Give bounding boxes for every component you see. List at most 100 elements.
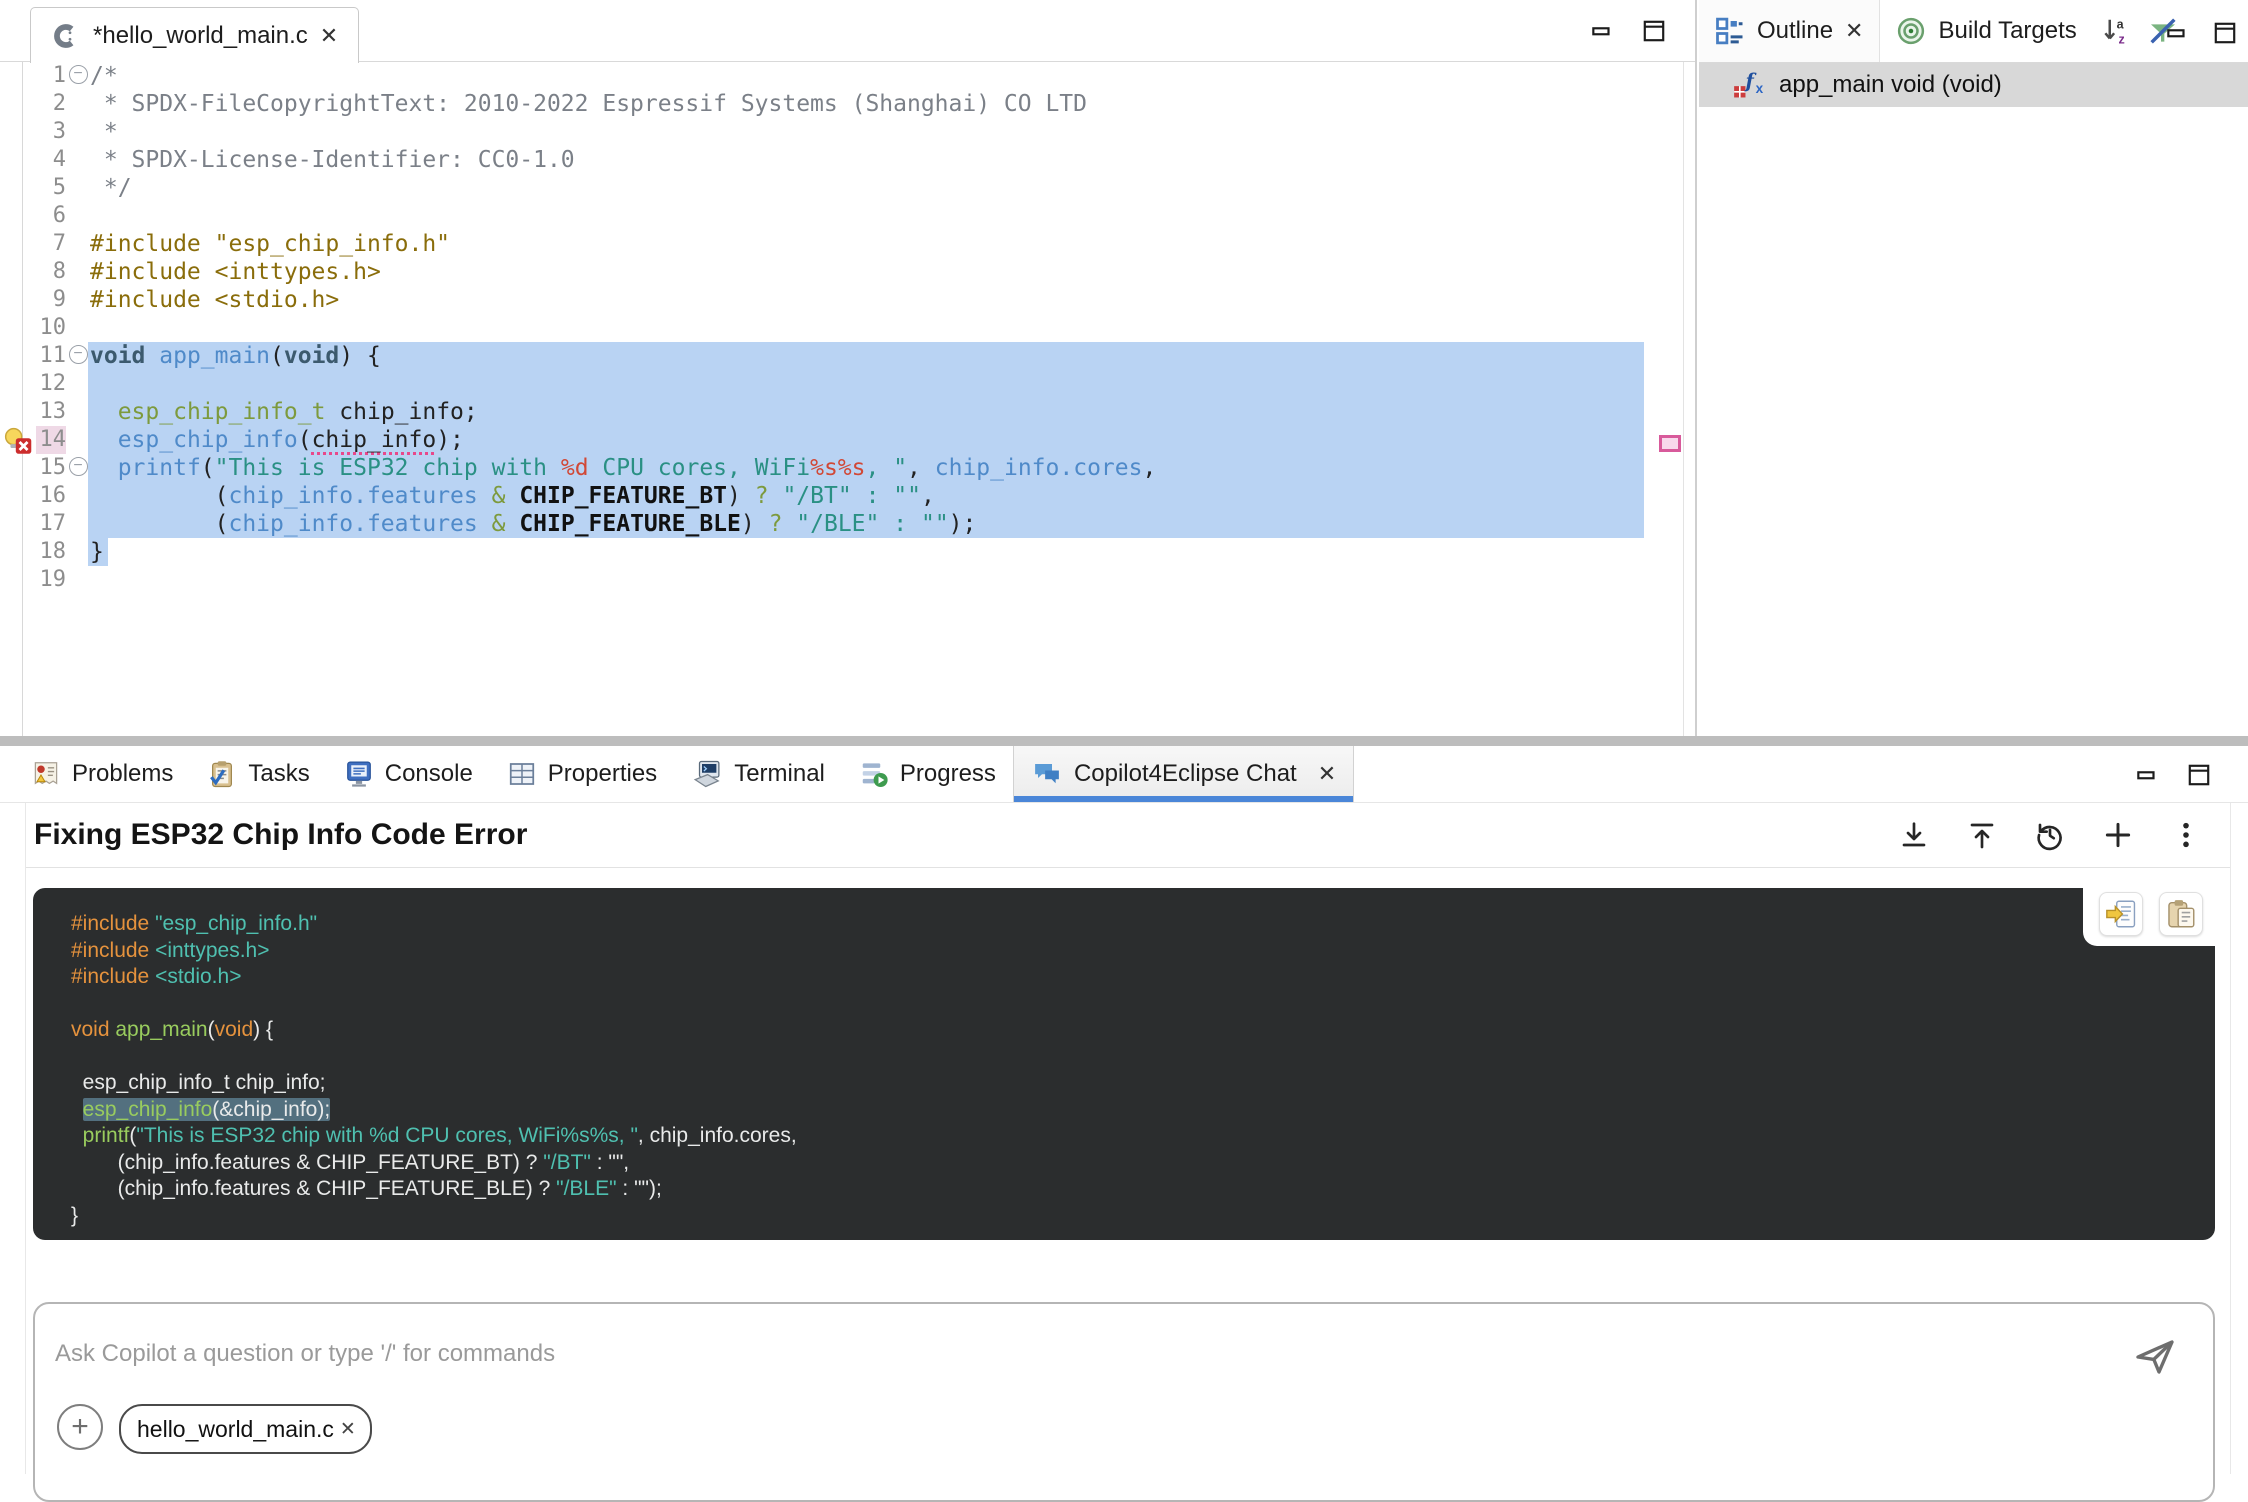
fold-collapse-icon[interactable]: − xyxy=(66,62,90,90)
tab-label: Terminal xyxy=(734,760,825,788)
tab-tasks[interactable]: Tasks xyxy=(190,746,326,802)
code-line-1: 1−/* xyxy=(0,62,1683,90)
sort-alphabetically-icon[interactable]: az xyxy=(2101,15,2131,47)
tab-build-targets[interactable]: Build Targets xyxy=(1880,0,2092,62)
chat-code-block: #include "esp_chip_info.h"#include <intt… xyxy=(33,888,2215,1240)
attachment-chip[interactable]: hello_world_main.c ✕ xyxy=(119,1404,372,1454)
chat-code-line: void app_main(void) { xyxy=(71,1017,2195,1044)
build-targets-label: Build Targets xyxy=(1938,17,2076,45)
maximize-icon[interactable] xyxy=(2186,762,2212,788)
insert-code-button[interactable] xyxy=(2099,892,2143,936)
scroll-top-button[interactable] xyxy=(1966,819,1998,851)
editor-tab-close-icon[interactable]: ✕ xyxy=(320,23,338,49)
annotation-column xyxy=(0,62,36,90)
fold-column xyxy=(66,314,90,342)
line-number: 9 xyxy=(36,286,66,314)
tab-outline[interactable]: Outline ✕ xyxy=(1699,0,1880,62)
chat-input-box[interactable]: Ask Copilot a question or type '/' for c… xyxy=(33,1302,2215,1502)
code-text: #include <inttypes.h> xyxy=(90,258,381,286)
problems-icon xyxy=(31,759,61,789)
minimize-icon[interactable] xyxy=(2134,762,2160,788)
export-chat-button[interactable] xyxy=(1898,819,1930,851)
code-text: /* xyxy=(90,62,118,90)
function-error-icon: fx xyxy=(1733,70,1767,100)
copy-code-button[interactable] xyxy=(2159,892,2203,936)
tab-console[interactable]: Console xyxy=(327,746,490,802)
annotation-column xyxy=(0,342,36,370)
tab-progress[interactable]: Progress xyxy=(842,746,1013,802)
tab-terminal[interactable]: Terminal xyxy=(674,746,842,802)
annotation-column xyxy=(0,314,36,342)
line-number: 8 xyxy=(36,258,66,286)
line-number: 11 xyxy=(36,342,66,370)
chat-code-line: } xyxy=(71,1203,2195,1230)
fold-column xyxy=(66,286,90,314)
line-number: 1 xyxy=(36,62,66,90)
line-number: 7 xyxy=(36,230,66,258)
history-button[interactable] xyxy=(2034,819,2066,851)
line-number: 17 xyxy=(36,510,66,538)
highlighted-code: esp_chip_info(&chip_info); xyxy=(83,1098,331,1121)
fold-column xyxy=(66,174,90,202)
overview-ruler-error-marker[interactable] xyxy=(1659,435,1681,452)
terminal-icon xyxy=(691,759,723,789)
code-line-6: 6 xyxy=(0,202,1683,230)
code-line-2: 2 * SPDX-FileCopyrightText: 2010-2022 Es… xyxy=(0,90,1683,118)
code-line-15: 15− printf("This is ESP32 chip with %d C… xyxy=(0,454,1683,482)
code-text: (chip_info.features & CHIP_FEATURE_BT) ?… xyxy=(90,482,935,510)
editor-tab-hello-world-main[interactable]: *hello_world_main.c ✕ xyxy=(30,7,359,63)
code-text: void app_main(void) { xyxy=(90,342,381,370)
bottom-panel: ProblemsTasksConsole Properties Terminal Pr… xyxy=(0,746,2248,1474)
svg-text:z: z xyxy=(2118,33,2124,47)
fold-collapse-icon[interactable]: − xyxy=(66,342,90,370)
line-number: 13 xyxy=(36,398,66,426)
send-icon[interactable] xyxy=(2131,1332,2179,1380)
svg-text:x: x xyxy=(1756,81,1764,96)
fold-column xyxy=(66,426,90,454)
fold-column xyxy=(66,258,90,286)
code-editor[interactable]: 1−/*2 * SPDX-FileCopyrightText: 2010-202… xyxy=(0,62,1683,736)
more-options-button[interactable] xyxy=(2170,819,2202,851)
line-number: 18 xyxy=(36,538,66,566)
tab-label: Progress xyxy=(900,760,996,788)
attachment-chip-close-icon[interactable]: ✕ xyxy=(340,1418,356,1441)
code-text: * SPDX-License-Identifier: CC0-1.0 xyxy=(90,146,575,174)
new-chat-button[interactable] xyxy=(2102,819,2134,851)
properties-icon xyxy=(507,759,537,789)
chat-code-line: (chip_info.features & CHIP_FEATURE_BT) ?… xyxy=(71,1150,2195,1177)
line-number: 19 xyxy=(36,566,66,594)
tab-close-icon[interactable]: ✕ xyxy=(1318,761,1336,787)
line-number: 14 xyxy=(36,426,66,454)
tab-label: Properties xyxy=(548,760,657,788)
error-quickfix-icon[interactable] xyxy=(0,426,36,454)
progress-icon xyxy=(859,759,889,789)
add-attachment-button[interactable]: + xyxy=(57,1404,103,1450)
tab-label: Copilot4Eclipse Chat xyxy=(1074,760,1297,788)
tab-problems[interactable]: Problems xyxy=(14,746,190,802)
maximize-icon[interactable] xyxy=(1641,18,1667,44)
line-number: 6 xyxy=(36,202,66,230)
minimize-icon[interactable] xyxy=(1589,18,1615,44)
line-number: 15 xyxy=(36,454,66,482)
minimize-icon[interactable] xyxy=(2164,20,2190,46)
annotation-column xyxy=(0,566,36,594)
chat-code-line: (chip_info.features & CHIP_FEATURE_BLE) … xyxy=(71,1176,2195,1203)
code-line-11: 11−void app_main(void) { xyxy=(0,342,1683,370)
outline-tab-close-icon[interactable]: ✕ xyxy=(1845,18,1863,44)
chat-code-line: esp_chip_info_t chip_info; xyxy=(71,1070,2195,1097)
fold-column xyxy=(66,118,90,146)
tab-copilot4eclipse-chat[interactable]: Copilot4Eclipse Chat ✕ xyxy=(1013,746,1354,802)
chat-code-line: esp_chip_info(&chip_info); xyxy=(71,1097,2195,1124)
horizontal-sash[interactable] xyxy=(0,736,2248,746)
annotation-column xyxy=(0,202,36,230)
outline-item-app-main[interactable]: fx app_main void (void) xyxy=(1699,63,2248,107)
maximize-icon[interactable] xyxy=(2212,20,2238,46)
tab-properties[interactable]: Properties xyxy=(490,746,674,802)
line-number: 16 xyxy=(36,482,66,510)
annotation-column xyxy=(0,230,36,258)
c-file-icon xyxy=(51,21,81,51)
fold-collapse-icon[interactable]: − xyxy=(66,454,90,482)
annotation-column xyxy=(0,286,36,314)
build-target-icon xyxy=(1896,16,1926,46)
chat-title-row: Fixing ESP32 Chip Info Code Error xyxy=(26,803,2230,868)
